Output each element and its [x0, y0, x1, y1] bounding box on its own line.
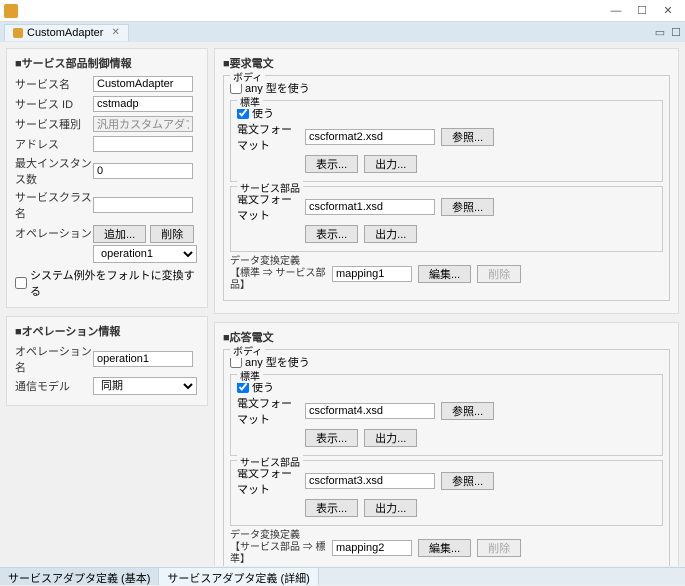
standard-legend: 標準 [237, 368, 263, 383]
window-close-button[interactable]: ✕ [655, 2, 681, 20]
edit-mapping-button[interactable]: 編集... [418, 539, 471, 557]
label-format: 電文フォーマット [237, 395, 299, 427]
label-format: 電文フォーマット [237, 465, 299, 497]
res-svc-format-input[interactable] [305, 473, 435, 489]
body-legend: ボディ [230, 343, 265, 358]
browse-button[interactable]: 参照... [441, 198, 494, 216]
add-operation-button[interactable]: 追加... [93, 225, 146, 243]
delete-mapping-button[interactable]: 削除 [477, 265, 521, 283]
label-address: アドレス [15, 136, 93, 152]
service-part-legend: サービス部品 [237, 180, 303, 195]
req-svc-format-input[interactable] [305, 199, 435, 215]
tab-close-icon[interactable]: ✕ [111, 27, 119, 38]
label-format: 電文フォーマット [237, 191, 299, 223]
max-instances-input[interactable] [93, 163, 193, 179]
section-title: ■要求電文 [223, 55, 670, 71]
operation-select[interactable]: operation1 [93, 245, 197, 263]
address-input[interactable] [93, 136, 193, 152]
show-button[interactable]: 表示... [305, 225, 358, 243]
conv-label-1: データ変換定義 [230, 530, 326, 542]
browse-button[interactable]: 参照... [441, 402, 494, 420]
window-titlebar: — ☐ ✕ [0, 0, 685, 22]
req-std-format-input[interactable] [305, 129, 435, 145]
tab-customadapter[interactable]: CustomAdapter ✕ [4, 24, 129, 41]
service-name-input[interactable] [93, 76, 193, 92]
output-button[interactable]: 出力... [364, 225, 417, 243]
section-title: ■サービス部品制御情報 [15, 55, 199, 71]
browse-button[interactable]: 参照... [441, 472, 494, 490]
label-max-instances: 最大インスタンス数 [15, 155, 93, 187]
show-button[interactable]: 表示... [305, 499, 358, 517]
label-service-class: サービスクラス名 [15, 189, 93, 221]
adapter-icon [13, 28, 23, 38]
standard-fieldset: 標準 使う 電文フォーマット参照... 表示...出力... [230, 100, 663, 182]
label-comm-model: 通信モデル [15, 378, 93, 394]
browse-button[interactable]: 参照... [441, 128, 494, 146]
bottom-tabbar: サービスアダプタ定義 (基本) サービスアダプタ定義 (詳細) [0, 567, 685, 585]
label-service-type: サービス種別 [15, 116, 93, 132]
service-part-fieldset: サービス部品 電文フォーマット参照... 表示...出力... [230, 186, 663, 252]
service-id-input[interactable] [93, 96, 193, 112]
request-message-section: ■要求電文 ボディ any 型を使う 標準 使う 電文フォーマット参照... 表… [214, 48, 679, 314]
service-control-section: ■サービス部品制御情報 サービス名 サービス ID サービス種別 アドレス 最大… [6, 48, 208, 308]
req-mapping-input[interactable] [332, 266, 412, 282]
label-operation-name: オペレーション名 [15, 343, 93, 375]
label-operation: オペレーション [15, 225, 93, 241]
window-maximize-button[interactable]: ☐ [629, 2, 655, 20]
response-message-section: ■応答電文 ボディ any 型を使う 標準 使う 電文フォーマット参照... 表… [214, 322, 679, 566]
standard-fieldset: 標準 使う 電文フォーマット参照... 表示...出力... [230, 374, 663, 456]
body-fieldset: ボディ any 型を使う 標準 使う 電文フォーマット参照... 表示...出力… [223, 349, 670, 566]
comm-model-select[interactable]: 同期 [93, 377, 197, 395]
tab-minimize-icon[interactable]: ▭ [655, 26, 665, 39]
label-service-name: サービス名 [15, 76, 93, 92]
edit-mapping-button[interactable]: 編集... [418, 265, 471, 283]
tab-label: CustomAdapter [27, 27, 103, 39]
show-button[interactable]: 表示... [305, 429, 358, 447]
body-legend: ボディ [230, 69, 265, 84]
conv-label-2: 【サービス部品 ⇒ 標準】 [230, 542, 326, 566]
tab-detail-definition[interactable]: サービスアダプタ定義 (詳細) [159, 568, 318, 585]
operation-info-section: ■オペレーション情報 オペレーション名 通信モデル同期 [6, 316, 208, 406]
convert-exception-label: システム例外をフォルトに変換する [30, 267, 199, 299]
body-fieldset: ボディ any 型を使う 標準 使う 電文フォーマット参照... 表示...出力… [223, 75, 670, 301]
label-service-id: サービス ID [15, 96, 93, 112]
delete-mapping-button[interactable]: 削除 [477, 539, 521, 557]
standard-legend: 標準 [237, 94, 263, 109]
conv-label-1: データ変換定義 [230, 256, 326, 268]
service-part-legend: サービス部品 [237, 454, 303, 469]
res-mapping-input[interactable] [332, 540, 412, 556]
conv-label-2: 【標準 ⇒ サービス部品】 [230, 268, 326, 292]
window-minimize-button[interactable]: — [603, 2, 629, 20]
output-button[interactable]: 出力... [364, 155, 417, 173]
tab-restore-icon[interactable]: ☐ [671, 26, 681, 39]
service-class-input[interactable] [93, 197, 193, 213]
output-button[interactable]: 出力... [364, 429, 417, 447]
app-icon [4, 4, 18, 18]
show-button[interactable]: 表示... [305, 155, 358, 173]
service-type-input [93, 116, 193, 132]
delete-operation-button[interactable]: 削除 [150, 225, 194, 243]
section-title: ■応答電文 [223, 329, 670, 345]
output-button[interactable]: 出力... [364, 499, 417, 517]
convert-exception-checkbox[interactable] [15, 277, 27, 289]
operation-name-input[interactable] [93, 351, 193, 367]
editor-tabbar: CustomAdapter ✕ ▭ ☐ [0, 22, 685, 42]
section-title: ■オペレーション情報 [15, 323, 199, 339]
tab-basic-definition[interactable]: サービスアダプタ定義 (基本) [0, 568, 159, 585]
res-std-format-input[interactable] [305, 403, 435, 419]
service-part-fieldset: サービス部品 電文フォーマット参照... 表示...出力... [230, 460, 663, 526]
label-format: 電文フォーマット [237, 121, 299, 153]
